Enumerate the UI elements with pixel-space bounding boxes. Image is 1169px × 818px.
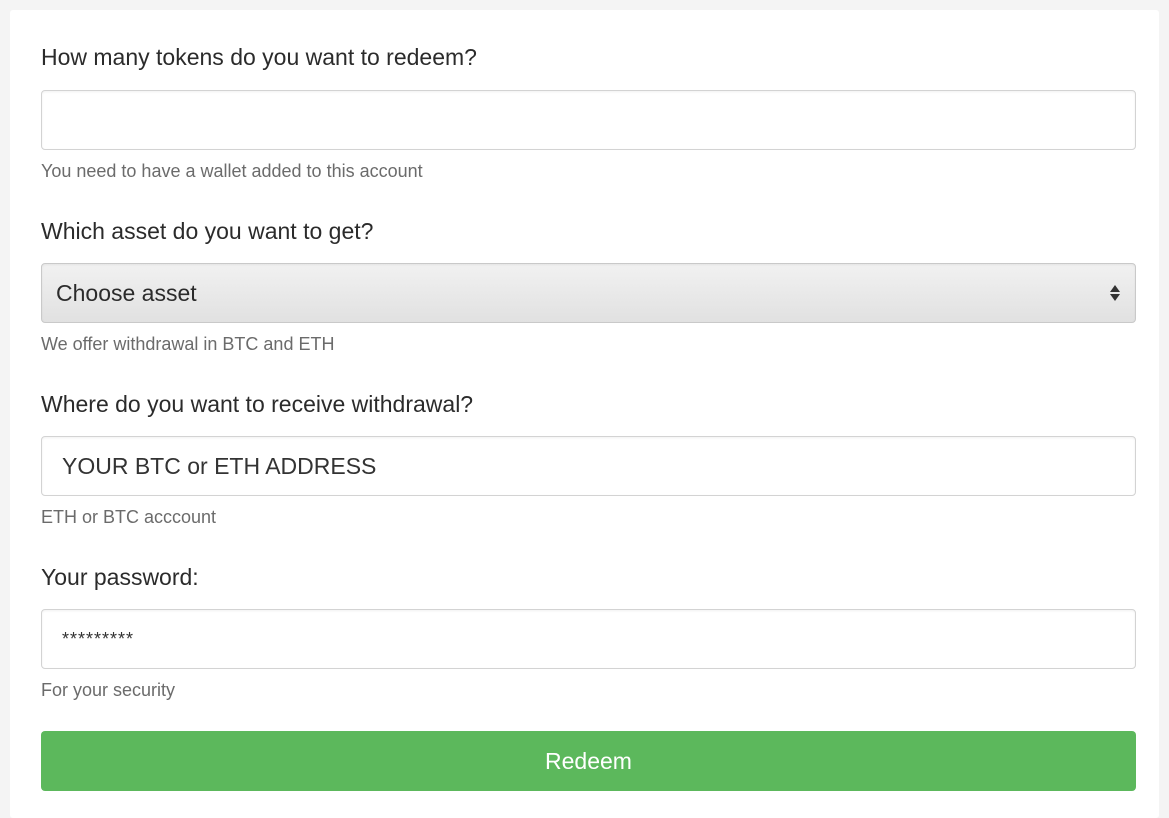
- password-label: Your password:: [41, 564, 199, 590]
- address-group: Where do you want to receive withdrawal?…: [41, 390, 1136, 527]
- password-group: Your password: ********* For your securi…: [41, 563, 1136, 700]
- tokens-label: How many tokens do you want to redeem?: [41, 44, 477, 70]
- redeem-button[interactable]: Redeem: [41, 731, 1136, 791]
- select-arrows-icon: [1109, 282, 1121, 304]
- redeem-form-card: How many tokens do you want to redeem? Y…: [10, 10, 1159, 818]
- tokens-help: You need to have a wallet added to this …: [41, 161, 423, 181]
- password-help: For your security: [41, 680, 176, 700]
- asset-select-value: Choose asset: [56, 279, 197, 306]
- asset-help: We offer withdrawal in BTC and ETH: [41, 334, 335, 354]
- address-input[interactable]: [41, 436, 1136, 496]
- asset-label: Which asset do you want to get?: [41, 218, 374, 244]
- tokens-input[interactable]: [41, 90, 1136, 150]
- password-input[interactable]: *********: [41, 609, 1136, 669]
- tokens-group: How many tokens do you want to redeem? Y…: [41, 43, 1136, 181]
- address-label: Where do you want to receive withdrawal?: [41, 391, 474, 417]
- asset-group: Which asset do you want to get? Choose a…: [41, 217, 1136, 354]
- address-help: ETH or BTC acccount: [41, 507, 217, 527]
- asset-select[interactable]: Choose asset: [41, 263, 1136, 323]
